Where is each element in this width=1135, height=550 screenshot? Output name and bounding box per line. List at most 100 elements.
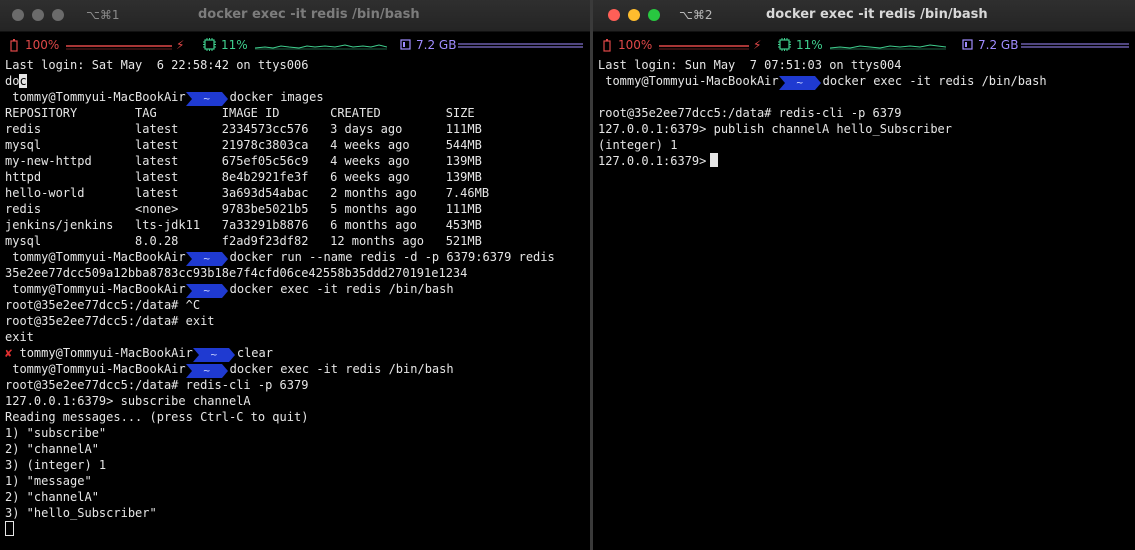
- output-text: 1) "subscribe": [5, 426, 107, 440]
- status-bar: 100% ⚡ 11% 7.2 GB: [593, 33, 1135, 57]
- close-button[interactable]: [12, 9, 24, 21]
- terminal-line: 127.0.0.1:6379> subscribe channelA: [5, 393, 555, 409]
- chip-icon: [203, 38, 216, 51]
- output-text: httpd latest 8e4b2921fe3f 6 weeks ago 13…: [5, 170, 482, 184]
- prompt-line: tommy@Tommyui-MacBookAir ~ docker exec -it…: [5, 281, 555, 298]
- terminal-line: REPOSITORY TAG IMAGE ID CREATED SIZE: [5, 105, 555, 121]
- zoom-button[interactable]: [52, 9, 64, 21]
- terminal-line: exit: [5, 329, 555, 345]
- command-text: docker exec -it redis /bin/bash: [229, 282, 454, 296]
- output-text: 1) "message": [5, 474, 92, 488]
- output-text: REPOSITORY TAG IMAGE ID CREATED SIZE: [5, 106, 475, 120]
- prompt-user: tommy@Tommyui-MacBookAir: [605, 74, 779, 88]
- output-text: 3) (integer) 1: [5, 458, 107, 472]
- chip-icon: [778, 38, 791, 51]
- prompt-directory: ~: [185, 284, 228, 298]
- battery-icon: [603, 39, 611, 52]
- terminal-line: root@35e2ee77dcc5:/data# exit: [5, 313, 555, 329]
- output-text: mysql latest 21978c3803ca 4 weeks ago 54…: [5, 138, 482, 152]
- zoom-button[interactable]: [648, 9, 660, 21]
- terminal-line: 127.0.0.1:6379>: [598, 153, 1047, 169]
- memory-history-graph: [458, 43, 583, 48]
- output-text: redis <none> 9783be5021b5 5 months ago 1…: [5, 202, 482, 216]
- output-text: root@35e2ee77dcc5:/data# redis-cli -p 63…: [5, 378, 309, 392]
- memory-icon: [962, 39, 973, 50]
- window-title: docker exec -it redis /bin/bash: [766, 7, 988, 22]
- terminal-line: my-new-httpd latest 675ef05c56c9 4 weeks…: [5, 153, 555, 169]
- memory-history-graph: [1021, 43, 1129, 48]
- prompt-user: tommy@Tommyui-MacBookAir: [12, 362, 186, 376]
- terminal-line: 1) "message": [5, 473, 555, 489]
- cpu-history-graph: [255, 44, 387, 50]
- terminal-line: Last login: Sat May 6 22:58:42 on ttys00…: [5, 57, 555, 73]
- prompt-directory: ~: [192, 348, 235, 362]
- prompt-line: tommy@Tommyui-MacBookAir ~ docker exec -it…: [5, 361, 555, 378]
- command-text: docker run --name redis -d -p 6379:6379 …: [229, 250, 555, 264]
- output-text: hello-world latest 3a693d54abac 2 months…: [5, 186, 490, 200]
- terminal-line: httpd latest 8e4b2921fe3f 6 weeks ago 13…: [5, 169, 555, 185]
- terminal-line: mysql latest 21978c3803ca 4 weeks ago 54…: [5, 137, 555, 153]
- battery-history-graph: [66, 45, 172, 50]
- prompt-directory: ~: [185, 252, 228, 266]
- battery-history-graph: [659, 45, 749, 50]
- prompt-line: tommy@Tommyui-MacBookAir ~ docker exec -it…: [598, 73, 1047, 90]
- terminal-output[interactable]: Last login: Sat May 6 22:58:42 on ttys00…: [5, 57, 555, 537]
- terminal-line: mysql 8.0.28 f2ad9f23df82 12 months ago …: [5, 233, 555, 249]
- window-title: docker exec -it redis /bin/bash: [198, 7, 420, 22]
- output-text: 127.0.0.1:6379> publish channelA hello_S…: [598, 122, 953, 136]
- terminal-line: 35e2ee77dcc509a12bba8783cc93b18e7f4cfd06…: [5, 265, 555, 281]
- terminal-line: 1) "subscribe": [5, 425, 555, 441]
- tab-shortcut: ⌥⌘1: [86, 8, 120, 22]
- close-button[interactable]: [608, 9, 620, 21]
- cpu-percent: 11%: [221, 38, 248, 52]
- prompt-directory: ~: [185, 364, 228, 378]
- terminal-line: 3) "hello_Subscriber": [5, 505, 555, 521]
- battery-icon: [10, 39, 18, 52]
- output-text: mysql 8.0.28 f2ad9f23df82 12 months ago …: [5, 234, 482, 248]
- terminal-line: 2) "channelA": [5, 489, 555, 505]
- terminal-line: [5, 521, 555, 537]
- prompt-user: tommy@Tommyui-MacBookAir: [12, 90, 186, 104]
- terminal-line: Reading messages... (press Ctrl-C to qui…: [5, 409, 555, 425]
- terminal-window-right[interactable]: ⌥⌘2 docker exec -it redis /bin/bash 100%…: [593, 0, 1135, 550]
- prompt-user: tommy@Tommyui-MacBookAir: [19, 346, 193, 360]
- minimize-button[interactable]: [628, 9, 640, 21]
- title-bar[interactable]: ⌥⌘1 docker exec -it redis /bin/bash: [0, 0, 590, 32]
- terminal-line: jenkins/jenkins lts-jdk11 7a33291b8876 6…: [5, 217, 555, 233]
- prompt-directory: ~: [778, 76, 821, 90]
- bolt-icon: ⚡: [176, 38, 185, 52]
- command-text: docker exec -it redis /bin/bash: [822, 74, 1047, 88]
- text-cursor: [5, 521, 14, 536]
- output-text: root@35e2ee77dcc5:/data# exit: [5, 314, 215, 328]
- cpu-percent: 11%: [796, 38, 823, 52]
- prompt-text: 127.0.0.1:6379>: [598, 154, 707, 168]
- output-text: 35e2ee77dcc509a12bba8783cc93b18e7f4cfd06…: [5, 266, 468, 280]
- status-bar: 100% ⚡ 11% 7.2 GB: [0, 33, 590, 57]
- terminal-line: Last login: Sun May 7 07:51:03 on ttys00…: [598, 57, 1047, 73]
- command-text: clear: [236, 346, 273, 360]
- output-text: exit: [5, 330, 34, 344]
- terminal-line: redis <none> 9783be5021b5 5 months ago 1…: [5, 201, 555, 217]
- terminal-window-left[interactable]: ⌥⌘1 docker exec -it redis /bin/bash 100%…: [0, 0, 590, 550]
- terminal-line: 127.0.0.1:6379> publish channelA hello_S…: [598, 121, 1047, 137]
- terminal-line: hello-world latest 3a693d54abac 2 months…: [5, 185, 555, 201]
- cpu-history-graph: [830, 44, 946, 50]
- output-text: 127.0.0.1:6379> subscribe channelA: [5, 394, 251, 408]
- terminal-line: doc: [5, 73, 555, 89]
- prompt-user: tommy@Tommyui-MacBookAir: [12, 282, 186, 296]
- terminal-line: root@35e2ee77dcc5:/data# redis-cli -p 63…: [598, 105, 1047, 121]
- terminal-line: root@35e2ee77dcc5:/data# ^C: [5, 297, 555, 313]
- output-text: my-new-httpd latest 675ef05c56c9 4 weeks…: [5, 154, 482, 168]
- battery-percent: 100%: [25, 38, 60, 52]
- terminal-output[interactable]: Last login: Sun May 7 07:51:03 on ttys00…: [598, 57, 1047, 169]
- bolt-icon: ⚡: [753, 38, 762, 52]
- memory-usage: 7.2 GB: [416, 38, 457, 52]
- command-text: docker exec -it redis /bin/bash: [229, 362, 454, 376]
- title-bar[interactable]: ⌥⌘2 docker exec -it redis /bin/bash: [593, 0, 1135, 32]
- minimize-button[interactable]: [32, 9, 44, 21]
- prompt-line: tommy@Tommyui-MacBookAir ~ docker run --na…: [5, 249, 555, 266]
- tab-shortcut: ⌥⌘2: [679, 8, 713, 22]
- text-cursor: [710, 153, 719, 167]
- terminal-line: redis latest 2334573cc576 3 days ago 111…: [5, 121, 555, 137]
